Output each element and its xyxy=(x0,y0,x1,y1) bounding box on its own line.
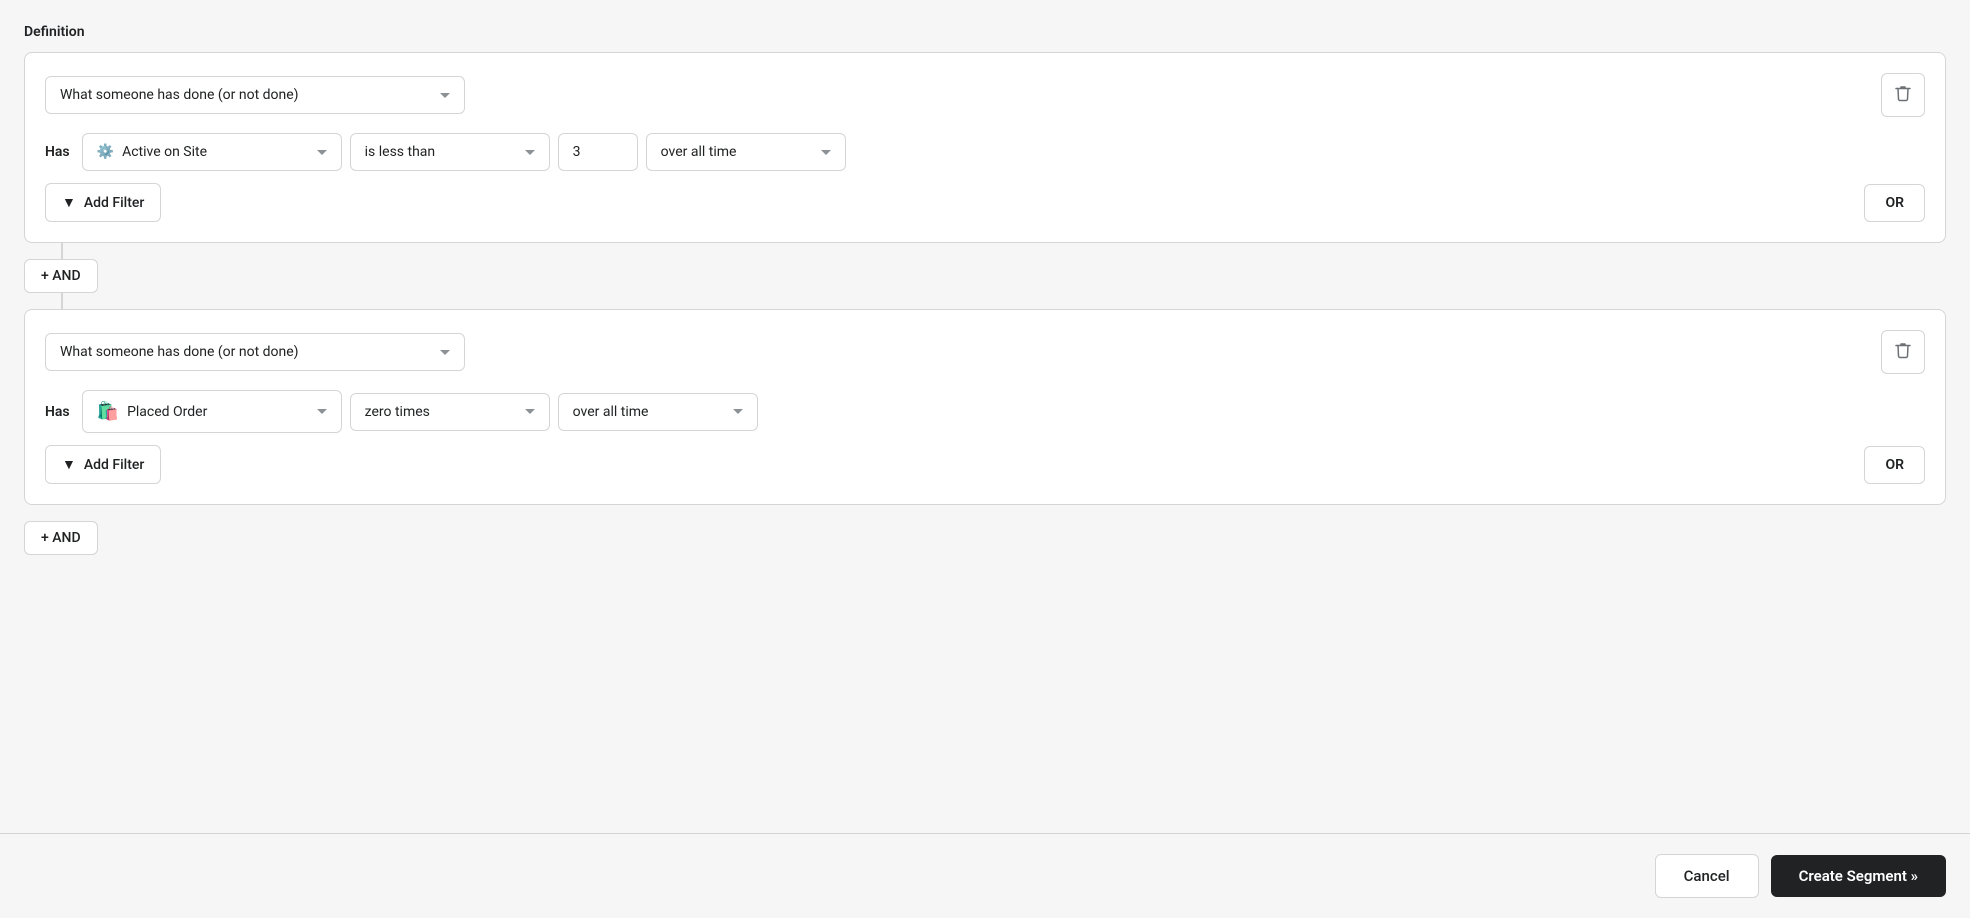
block2-delete-button[interactable] xyxy=(1881,330,1925,374)
condition-block-1-header: What someone has done (or not done) xyxy=(45,73,1925,117)
block1-operator-select[interactable]: is less than xyxy=(350,133,550,171)
trash-icon-2 xyxy=(1895,341,1911,363)
condition-block-1: What someone has done (or not done) Has … xyxy=(24,52,1946,243)
cancel-button[interactable]: Cancel xyxy=(1655,854,1759,898)
block2-main-select[interactable]: What someone has done (or not done) xyxy=(45,333,465,371)
block1-event-chevron xyxy=(317,150,327,155)
block2-has-label: Has xyxy=(45,404,70,420)
block2-add-filter-button[interactable]: ▼ Add Filter xyxy=(45,445,161,484)
block2-or-button[interactable]: OR xyxy=(1864,446,1925,484)
block1-has-label: Has xyxy=(45,144,70,160)
block1-event-select[interactable]: ⚙️ Active on Site xyxy=(82,133,342,171)
shopify-icon: 🛍️ xyxy=(97,401,119,422)
and-connector-1: + AND xyxy=(24,243,1946,309)
definition-label: Definition xyxy=(24,24,1946,40)
block2-time-chevron xyxy=(733,409,743,414)
block1-operator-chevron xyxy=(525,150,535,155)
filter-icon-2: ▼ xyxy=(62,456,76,473)
block1-add-filter-button[interactable]: ▼ Add Filter xyxy=(45,183,161,222)
and-connector-2: + AND xyxy=(24,505,1946,571)
and-button-1[interactable]: + AND xyxy=(24,259,98,293)
block1-time-chevron xyxy=(821,150,831,155)
block1-time-select[interactable]: over all time xyxy=(646,133,846,171)
trash-icon xyxy=(1895,84,1911,106)
block2-time-select[interactable]: over all time xyxy=(558,393,758,431)
and-button-2[interactable]: + AND xyxy=(24,521,98,555)
block2-footer: ▼ Add Filter OR xyxy=(45,445,1925,484)
block1-footer: ▼ Add Filter OR xyxy=(45,183,1925,222)
block1-filter-row: Has ⚙️ Active on Site is less than over … xyxy=(45,133,1925,171)
condition-block-2: What someone has done (or not done) Has … xyxy=(24,309,1946,505)
block1-main-select[interactable]: What someone has done (or not done) xyxy=(45,76,465,114)
filter-icon: ▼ xyxy=(62,194,76,211)
gear-icon: ⚙️ xyxy=(97,144,114,160)
block2-operator-chevron xyxy=(525,409,535,414)
footer-bar: Cancel Create Segment » xyxy=(0,833,1970,918)
block1-main-select-chevron xyxy=(440,93,450,98)
block2-main-select-chevron xyxy=(440,350,450,355)
block1-or-button[interactable]: OR xyxy=(1864,184,1925,222)
create-segment-button[interactable]: Create Segment » xyxy=(1771,855,1946,897)
block2-filter-row: Has 🛍️ Placed Order zero times over all … xyxy=(45,390,1925,433)
block1-value-input[interactable] xyxy=(558,133,638,171)
block2-operator-select[interactable]: zero times xyxy=(350,393,550,431)
block2-event-select[interactable]: 🛍️ Placed Order xyxy=(82,390,342,433)
block1-delete-button[interactable] xyxy=(1881,73,1925,117)
block2-event-chevron xyxy=(317,409,327,414)
condition-block-2-header: What someone has done (or not done) xyxy=(45,330,1925,374)
